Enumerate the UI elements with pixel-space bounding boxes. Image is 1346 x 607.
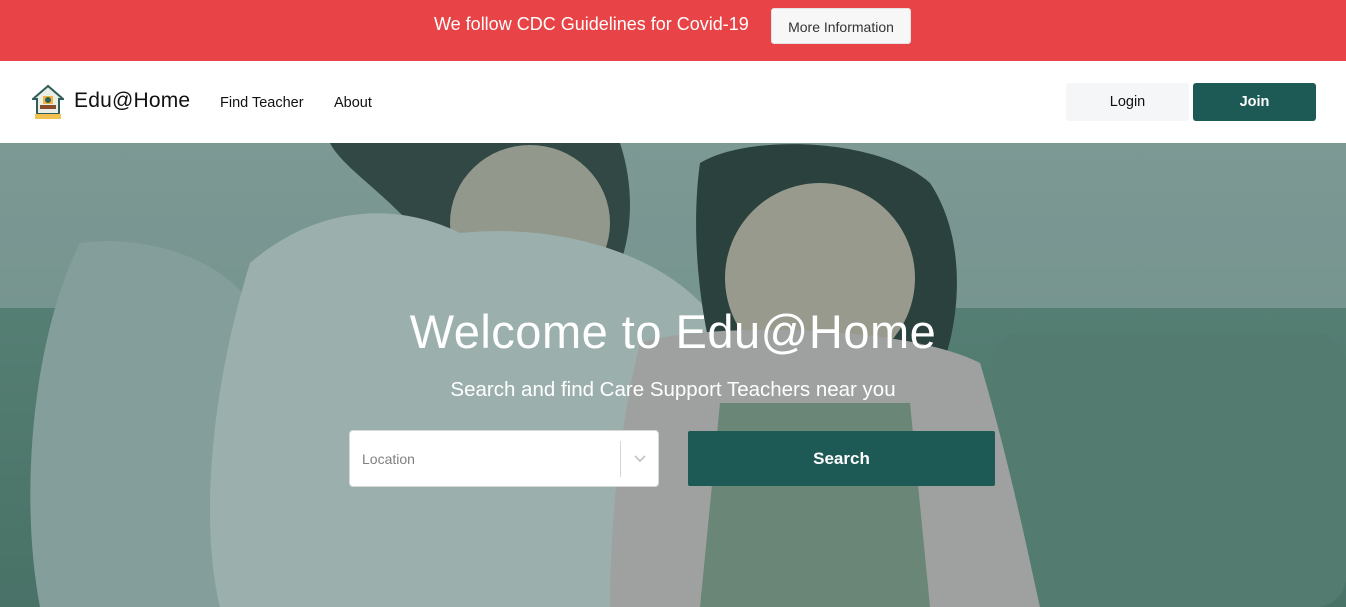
join-button[interactable]: Join — [1193, 83, 1316, 121]
hero-title: Welcome to Edu@Home — [409, 305, 937, 358]
hero-overlay — [0, 143, 1346, 607]
top-navigation: Edu@Home Find Teacher About Login Join — [0, 61, 1346, 143]
banner-text: We follow CDC Guidelines for Covid-19 — [434, 14, 749, 34]
house-logo-icon[interactable] — [32, 83, 64, 121]
location-select[interactable]: Location — [349, 430, 659, 487]
logo-text[interactable]: Edu@Home — [74, 89, 190, 113]
nav-link-find-teacher[interactable]: Find Teacher — [220, 94, 304, 112]
more-information-button[interactable]: More Information — [771, 8, 911, 44]
nav-link-about[interactable]: About — [334, 94, 372, 112]
login-button[interactable]: Login — [1066, 83, 1189, 121]
location-placeholder: Location — [362, 451, 415, 467]
chevron-down-icon[interactable] — [632, 450, 648, 466]
search-button[interactable]: Search — [688, 431, 995, 486]
hero-section: Welcome to Edu@Home Search and find Care… — [0, 143, 1346, 607]
select-divider — [620, 441, 621, 477]
covid-banner: We follow CDC Guidelines for Covid-19 Mo… — [0, 0, 1346, 61]
hero-subtitle: Search and find Care Support Teachers ne… — [450, 378, 896, 401]
